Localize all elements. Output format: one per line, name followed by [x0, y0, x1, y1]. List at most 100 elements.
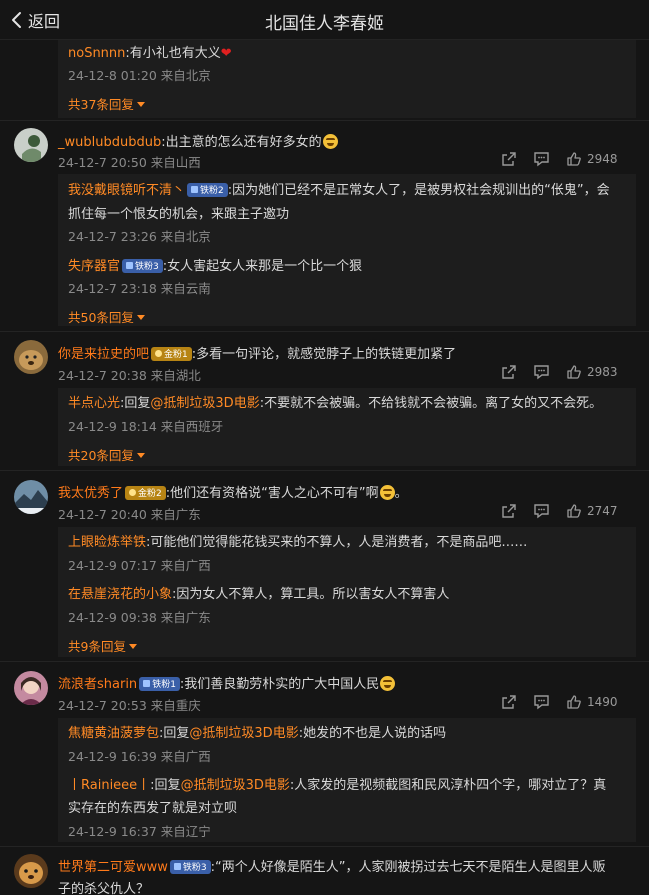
more-replies-button[interactable]: 共37条回复 — [68, 94, 145, 113]
reply-time: 24-12-7 23:18 来自云南 — [68, 281, 211, 296]
fan-badge-label: 金粉1 — [164, 350, 188, 360]
fan-badge: 金粉2 — [125, 485, 166, 500]
fan-badge-icon — [143, 680, 151, 687]
more-replies-button[interactable]: 共20条回复 — [68, 445, 145, 464]
divider — [0, 661, 649, 662]
avatar[interactable] — [14, 340, 48, 374]
comment-time: 24-12-7 20:53 来自重庆 — [58, 698, 201, 713]
heart-eyes-emoji-icon — [380, 676, 396, 691]
reply-item: 上眼睑炼举铁:可能他们觉得能花钱买来的不算人，人是消费者，不是商品吧…… — [68, 531, 527, 550]
reply-text: :她发的不也是人说的话吗 — [298, 726, 447, 741]
comment-line: 你是来拉史的吧 金粉1:多看一句评论，就感觉脖子上的铁链更加紧了 — [58, 343, 456, 362]
reply-prefix: :回复 — [150, 778, 181, 793]
fan-badge-label: 铁粉2 — [200, 186, 224, 196]
reply-item: noSnnnn:有小礼也有大义❤ — [68, 42, 232, 61]
mention-link[interactable]: @抵制垃圾3D电影 — [189, 726, 298, 741]
avatar[interactable] — [14, 128, 48, 162]
like-count: 2948 — [587, 152, 618, 166]
chevron-down-icon — [128, 643, 137, 649]
chevron-down-icon — [136, 314, 145, 320]
reply-username[interactable]: 失序器官 — [68, 259, 120, 274]
comment-time: 24-12-7 20:40 来自广东 — [58, 507, 201, 522]
mention-link[interactable]: @抵制垃圾3D电影 — [150, 396, 259, 411]
more-replies-label: 共37条回复 — [68, 97, 134, 112]
comment-username[interactable]: 你是来拉史的吧 — [58, 347, 149, 362]
reply-time: 24-12-7 23:26 来自北京 — [68, 229, 211, 244]
reply-time: 24-12-8 01:20 来自北京 — [68, 68, 211, 83]
comment-button[interactable] — [533, 694, 550, 710]
fan-badge: 铁粉3 — [122, 258, 163, 273]
more-replies-label: 共50条回复 — [68, 310, 134, 325]
like-button[interactable]: 1490 — [566, 694, 618, 710]
reply-username[interactable]: 在悬崖浇花的小象 — [68, 587, 172, 602]
share-button[interactable] — [501, 503, 517, 519]
comment-text-cont: 子的杀父仇人？ — [58, 882, 150, 895]
comment-text: :多看一句评论，就感觉脖子上的铁链更加紧了 — [191, 347, 457, 362]
reply-text-cont: 实存在的东西发了就是对立呗 — [68, 801, 238, 816]
comment-button[interactable] — [533, 151, 550, 167]
page-title: 北国佳人李春姬 — [265, 14, 384, 34]
comment-button[interactable] — [533, 364, 550, 380]
reply-box: 我没戴眼镜听不清丶 铁粉2:因为她们已经不是正常女人了，是被男权社会规训出的“伥鬼… — [58, 174, 636, 326]
reply-username[interactable]: 焦糖黄油菠萝包 — [68, 726, 159, 741]
reply-time: 24-12-9 07:17 来自广西 — [68, 558, 211, 573]
share-icon — [502, 504, 516, 518]
reply-time: 24-12-9 09:38 来自广东 — [68, 610, 211, 625]
comment-icon — [534, 695, 549, 710]
reply-time: 24-12-9 16:39 来自广西 — [68, 749, 211, 764]
reply-username[interactable]: noSnnnn — [68, 46, 125, 61]
like-button[interactable]: 2747 — [566, 503, 618, 519]
reply-item: 在悬崖浇花的小象:因为女人不算人，算工具。所以害女人不算害人 — [68, 583, 449, 602]
comment-icon — [534, 152, 549, 167]
comment-line: _wublubdubdub:出主意的怎么还有好多女的 — [58, 131, 338, 150]
divider — [0, 846, 649, 847]
like-icon — [567, 504, 581, 518]
mention-link[interactable]: @抵制垃圾3D电影 — [181, 778, 290, 793]
fan-badge-icon — [173, 863, 181, 870]
reply-item: 丨Rainieee丨:回复@抵制垃圾3D电影:人家发的是视频截图和民风淳朴四个字… — [68, 774, 606, 793]
comment-actions: 2948 — [501, 151, 618, 167]
reply-username[interactable]: 上眼睑炼举铁 — [68, 535, 146, 550]
reply-box: 上眼睑炼举铁:可能他们觉得能花钱买来的不算人，人是消费者，不是商品吧…… 24-… — [58, 527, 636, 657]
fan-badge: 铁粉1 — [139, 676, 180, 691]
share-icon — [502, 695, 516, 709]
like-button[interactable]: 2983 — [566, 364, 618, 380]
reply-time: 24-12-9 18:14 来自西班牙 — [68, 419, 224, 434]
comment-icon — [534, 504, 549, 519]
avatar[interactable] — [14, 671, 48, 705]
comment-button[interactable] — [533, 503, 550, 519]
more-replies-label: 共9条回复 — [68, 639, 126, 654]
reply-text: :可能他们觉得能花钱买来的不算人，人是消费者，不是商品吧…… — [146, 535, 528, 550]
comment-username[interactable]: _wublubdubdub — [58, 135, 161, 150]
reply-text: :有小礼也有大义 — [125, 46, 221, 61]
reply-text: :因为她们已经不是正常女人了，是被男权社会规训出的“伥鬼”，会 — [227, 183, 610, 198]
reply-prefix: :回复 — [120, 396, 151, 411]
fan-badge-icon — [191, 186, 199, 193]
reply-username[interactable]: 半点心光 — [68, 396, 120, 411]
like-icon — [567, 695, 581, 709]
reply-username[interactable]: 丨Rainieee丨 — [68, 778, 150, 793]
share-button[interactable] — [501, 694, 517, 710]
avatar[interactable] — [14, 480, 48, 514]
reply-item: 失序器官 铁粉3:女人害起女人来那是一个比一个狠 — [68, 255, 362, 274]
comment-username[interactable]: 世界第二可爱www — [58, 860, 168, 875]
comment-text: :出主意的怎么还有好多女的 — [161, 135, 322, 150]
divider — [0, 470, 649, 471]
reply-username[interactable]: 我没戴眼镜听不清丶 — [68, 183, 185, 198]
like-count: 1490 — [587, 695, 618, 709]
like-count: 2747 — [587, 504, 618, 518]
fan-badge-icon — [155, 350, 163, 357]
comment-username[interactable]: 流浪者sharin — [58, 677, 137, 692]
share-icon — [502, 152, 516, 166]
like-button[interactable]: 2948 — [566, 151, 618, 167]
avatar[interactable] — [14, 854, 48, 888]
more-replies-label: 共20条回复 — [68, 448, 134, 463]
like-icon — [567, 152, 581, 166]
share-button[interactable] — [501, 364, 517, 380]
more-replies-button[interactable]: 共50条回复 — [68, 307, 145, 326]
more-replies-button[interactable]: 共9条回复 — [68, 636, 137, 655]
reply-box: 半点心光:回复@抵制垃圾3D电影:不要就不会被骗。不给钱就不会被骗。离了女的又不… — [58, 388, 636, 466]
fan-badge-label: 铁粉3 — [182, 863, 207, 873]
share-button[interactable] — [501, 151, 517, 167]
comment-username[interactable]: 我太优秀了 — [58, 486, 123, 501]
